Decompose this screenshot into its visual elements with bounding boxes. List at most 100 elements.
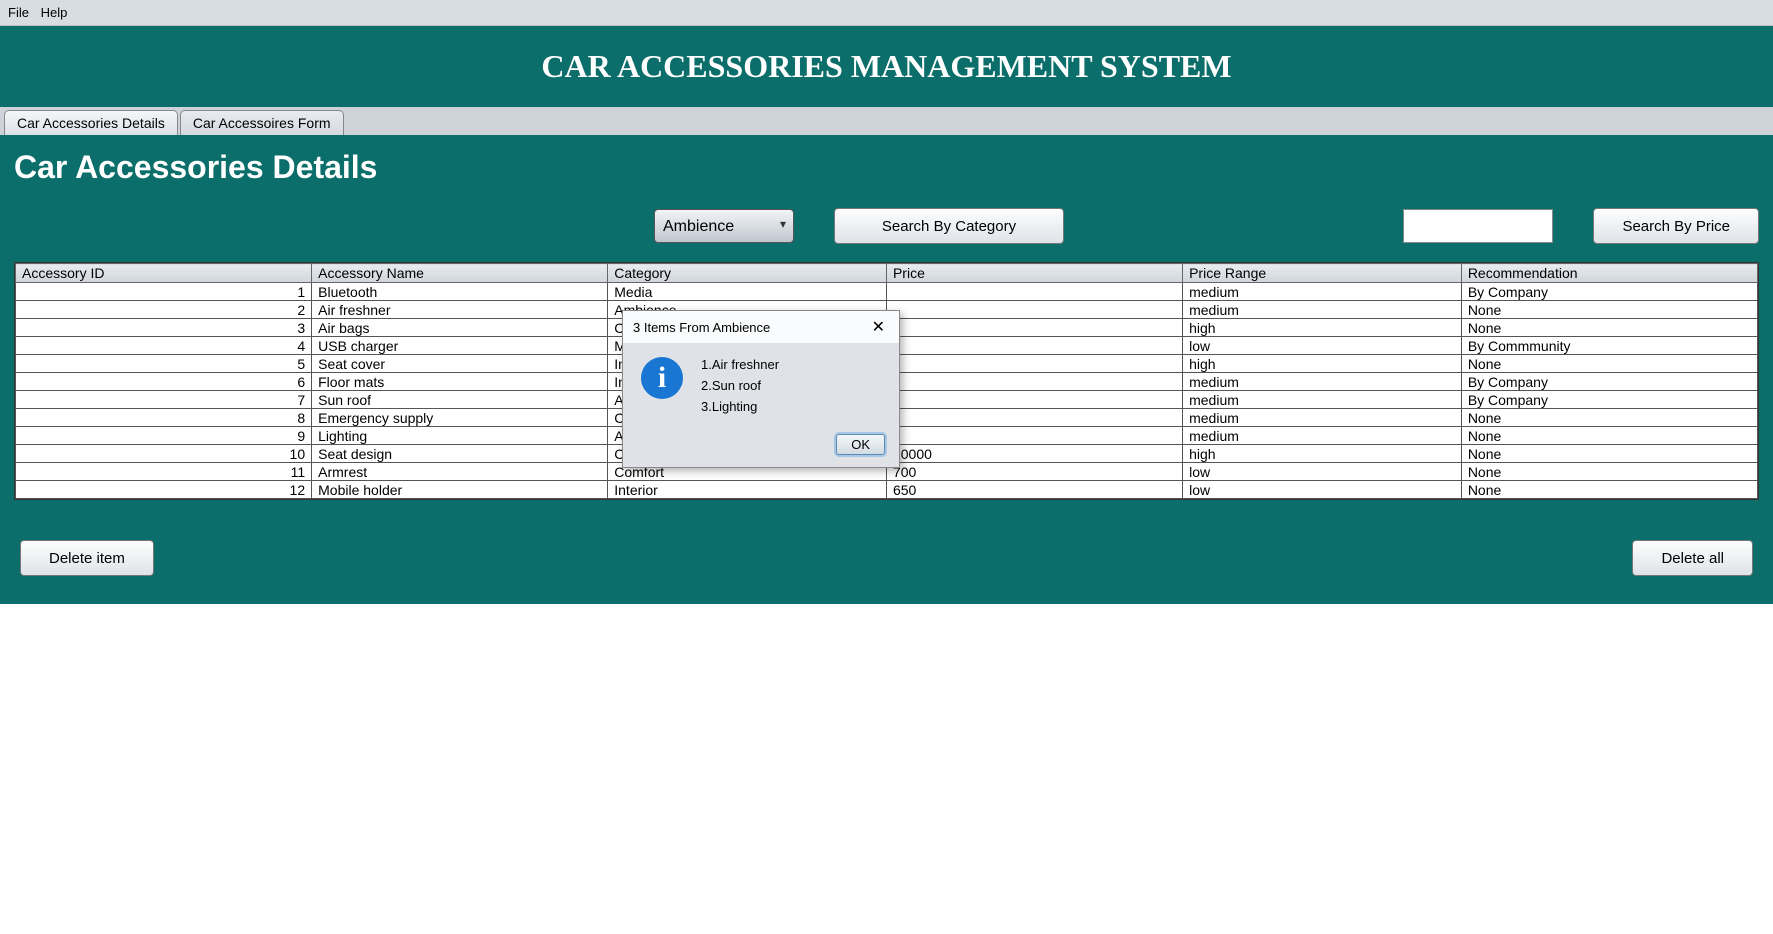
cell-range: medium [1183, 409, 1462, 427]
col-range[interactable]: Price Range [1183, 264, 1462, 283]
cell-price [886, 391, 1182, 409]
cell-range: low [1183, 337, 1462, 355]
cell-name: Emergency supply [312, 409, 608, 427]
col-name[interactable]: Accessory Name [312, 264, 608, 283]
cell-price: 10000 [886, 445, 1182, 463]
footer: Delete item Delete all [0, 500, 1773, 604]
cell-id: 5 [16, 355, 312, 373]
info-icon: i [641, 357, 683, 399]
cell-id: 12 [16, 481, 312, 499]
cell-rec: None [1461, 319, 1757, 337]
dialog-item: 1.Air freshner [701, 357, 779, 372]
search-bar: Ambience Search By Category Search By Pr… [14, 204, 1759, 262]
cell-price: 700 [886, 463, 1182, 481]
tab-details[interactable]: Car Accessories Details [4, 110, 178, 135]
cell-id: 1 [16, 283, 312, 301]
cell-name: Floor mats [312, 373, 608, 391]
page-title: Car Accessories Details [14, 149, 1759, 186]
ok-button[interactable]: OK [836, 434, 885, 455]
cell-range: high [1183, 319, 1462, 337]
cell-rec: None [1461, 463, 1757, 481]
cell-range: medium [1183, 301, 1462, 319]
cell-range: low [1183, 481, 1462, 499]
cell-range: high [1183, 355, 1462, 373]
cell-id: 2 [16, 301, 312, 319]
search-by-price-button[interactable]: Search By Price [1593, 208, 1759, 244]
tabbar: Car Accessories Details Car Accessoires … [0, 107, 1773, 135]
dialog-item-list: 1.Air freshner 2.Sun roof 3.Lighting [701, 357, 779, 420]
cell-id: 6 [16, 373, 312, 391]
menu-help[interactable]: Help [41, 5, 68, 20]
cell-price [886, 319, 1182, 337]
cell-rec: By Company [1461, 373, 1757, 391]
delete-all-button[interactable]: Delete all [1632, 540, 1753, 576]
info-dialog: 3 Items From Ambience ✕ i 1.Air freshner… [622, 310, 900, 468]
dialog-footer: OK [623, 428, 899, 467]
price-input[interactable] [1403, 209, 1553, 243]
cell-range: high [1183, 445, 1462, 463]
cell-name: Bluetooth [312, 283, 608, 301]
dialog-title-text: 3 Items From Ambience [633, 320, 770, 335]
dialog-titlebar: 3 Items From Ambience ✕ [623, 311, 899, 343]
cell-rec: None [1461, 355, 1757, 373]
app-header: CAR ACCESSORIES MANAGEMENT SYSTEM [0, 26, 1773, 107]
table-header-row: Accessory ID Accessory Name Category Pri… [16, 264, 1758, 283]
search-by-category-button[interactable]: Search By Category [834, 208, 1064, 244]
cell-name: Air freshner [312, 301, 608, 319]
cell-name: Armrest [312, 463, 608, 481]
dialog-item: 2.Sun roof [701, 378, 779, 393]
category-dropdown[interactable]: Ambience [654, 209, 794, 243]
cell-name: Seat design [312, 445, 608, 463]
dialog-body: i 1.Air freshner 2.Sun roof 3.Lighting [623, 343, 899, 428]
cell-rec: None [1461, 427, 1757, 445]
cell-name: USB charger [312, 337, 608, 355]
cell-price [886, 301, 1182, 319]
cell-name: Lighting [312, 427, 608, 445]
table-row[interactable]: 12Mobile holderInterior650lowNone [16, 481, 1758, 499]
cell-price [886, 427, 1182, 445]
cell-price: 650 [886, 481, 1182, 499]
table-row[interactable]: 1BluetoothMedia mediumBy Company [16, 283, 1758, 301]
close-icon[interactable]: ✕ [868, 317, 889, 337]
cell-range: medium [1183, 391, 1462, 409]
cell-id: 10 [16, 445, 312, 463]
cell-rec: None [1461, 445, 1757, 463]
cell-name: Air bags [312, 319, 608, 337]
cell-price [886, 409, 1182, 427]
cell-range: medium [1183, 283, 1462, 301]
tab-form[interactable]: Car Accessoires Form [180, 110, 344, 135]
cell-id: 11 [16, 463, 312, 481]
col-category[interactable]: Category [608, 264, 887, 283]
cell-category: Media [608, 283, 887, 301]
cell-range: medium [1183, 373, 1462, 391]
app-title: CAR ACCESSORIES MANAGEMENT SYSTEM [541, 48, 1231, 84]
cell-rec: By Company [1461, 283, 1757, 301]
cell-rec: By Company [1461, 391, 1757, 409]
cell-price [886, 355, 1182, 373]
cell-price [886, 337, 1182, 355]
cell-id: 4 [16, 337, 312, 355]
cell-rec: By Commmunity [1461, 337, 1757, 355]
cell-name: Sun roof [312, 391, 608, 409]
cell-range: medium [1183, 427, 1462, 445]
menubar: File Help [0, 0, 1773, 26]
cell-range: low [1183, 463, 1462, 481]
cell-price [886, 283, 1182, 301]
col-price[interactable]: Price [886, 264, 1182, 283]
delete-item-button[interactable]: Delete item [20, 540, 154, 576]
cell-name: Mobile holder [312, 481, 608, 499]
cell-id: 7 [16, 391, 312, 409]
cell-price [886, 373, 1182, 391]
cell-id: 9 [16, 427, 312, 445]
col-id[interactable]: Accessory ID [16, 264, 312, 283]
cell-rec: None [1461, 301, 1757, 319]
cell-rec: None [1461, 481, 1757, 499]
category-select[interactable]: Ambience [654, 209, 794, 243]
cell-category: Interior [608, 481, 887, 499]
dialog-item: 3.Lighting [701, 399, 779, 414]
col-rec[interactable]: Recommendation [1461, 264, 1757, 283]
cell-id: 3 [16, 319, 312, 337]
menu-file[interactable]: File [8, 5, 29, 20]
cell-id: 8 [16, 409, 312, 427]
cell-rec: None [1461, 409, 1757, 427]
